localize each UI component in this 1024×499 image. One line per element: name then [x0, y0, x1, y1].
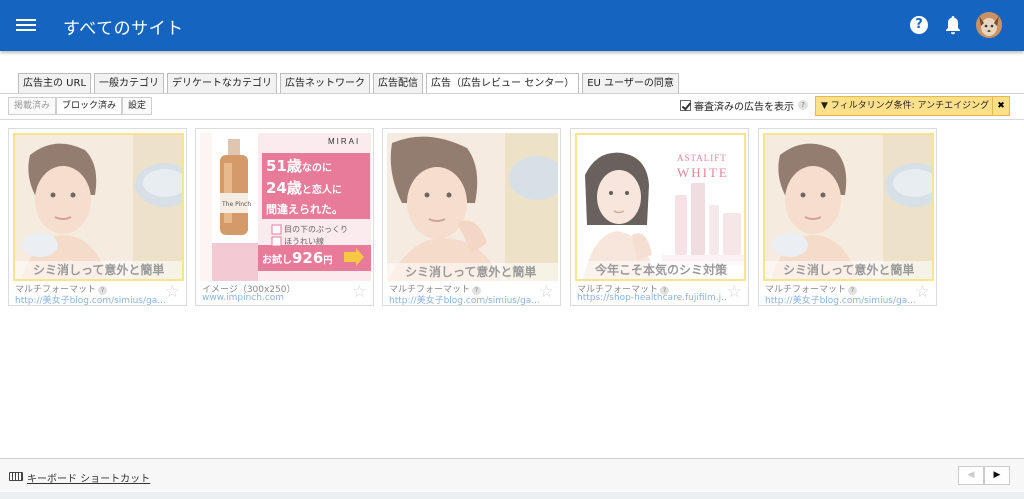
tab-ad-review-center[interactable]: 広告（広告レビュー センター）	[426, 73, 580, 94]
ad-creative[interactable]: MIRAI 51歳なのに 24歳と恋人に 間違えられた。 目の下のぷっくり ほう…	[200, 133, 371, 281]
keyboard-shortcuts-link[interactable]: キーボード ショートカット	[27, 470, 150, 485]
tab-general-categories[interactable]: 一般カテゴリ	[94, 73, 165, 93]
banner-brand: MIRAI	[328, 137, 361, 146]
star-icon[interactable]: ☆	[727, 283, 742, 301]
ad-card[interactable]: シミ消しって意外と簡単 マルチフォーマット? http://美女子blog.co…	[8, 128, 187, 306]
star-icon[interactable]: ☆	[165, 283, 180, 301]
ad-caption: シミ消しって意外と簡単	[765, 261, 932, 279]
creative-dim-overlay	[765, 135, 932, 279]
banner-line3: 間違えられた。	[266, 203, 343, 216]
ad-creative[interactable]: シミ消しって意外と簡単	[763, 133, 934, 281]
ad-creative[interactable]: ASTALIFT WHITE 今年こそ本気のシミ対策	[575, 133, 746, 281]
status-subtabs: 掲載済み ブロック済み 設定	[8, 97, 153, 115]
bottle-label: The Pinch	[222, 201, 252, 208]
menu-icon[interactable]	[15, 16, 37, 34]
ad-url[interactable]: http://美女子blog.com/simius/ga...	[15, 293, 165, 306]
app-root: すべてのサイト ? 広告主の URL 一般カテゴリ デリケートなカテゴリ 広告ネ…	[0, 0, 1024, 499]
ad-creative[interactable]: シミ消しって意外と簡単	[13, 133, 184, 281]
ad-caption: 今年こそ本気のシミ対策	[577, 261, 744, 279]
bottom-strip	[0, 492, 1024, 499]
banner-line1b: なのに	[301, 163, 332, 174]
next-page-button[interactable]: ▶	[984, 466, 1010, 485]
banner-price-prefix: お試し	[262, 255, 292, 266]
subtab-published[interactable]: 掲載済み	[8, 97, 57, 115]
ad-url[interactable]: http://美女子blog.com/simius/ga...	[765, 293, 915, 306]
help-icon[interactable]: ?	[910, 16, 928, 34]
star-icon[interactable]: ☆	[915, 283, 930, 301]
footer-bar: キーボード ショートカット ◀ ▶	[0, 458, 1024, 491]
show-reviewed-ads-toggle[interactable]: 審査済みの広告を表示 ?	[680, 97, 808, 113]
tab-ad-serving[interactable]: 広告配信	[373, 73, 424, 93]
page-title: すべてのサイト	[63, 19, 184, 39]
prev-page-button[interactable]: ◀	[958, 466, 984, 485]
top-app-bar: すべてのサイト ?	[0, 0, 1024, 51]
ad-creative[interactable]: シミ消しって意外と簡単	[387, 133, 558, 281]
banner-headline-1: 51歳なのに	[266, 155, 332, 176]
creative-dim-overlay	[577, 135, 744, 279]
banner-line1: 51歳	[266, 157, 302, 175]
pagination: ◀ ▶	[958, 466, 1010, 485]
ad-caption: シミ消しって意外と簡単	[387, 263, 558, 281]
tab-advertiser-url[interactable]: 広告主の URL	[18, 73, 92, 93]
banner-price-suffix: 円	[323, 256, 333, 266]
category-tabs: 広告主の URL 一般カテゴリ デリケートなカテゴリ 広告ネットワーク 広告配信…	[18, 73, 682, 94]
ad-caption: シミ消しって意外と簡単	[15, 261, 182, 279]
reviewed-label: 審査済みの広告を表示	[694, 101, 794, 113]
filter-remove-button[interactable]: ✖	[992, 96, 1010, 116]
ad-url[interactable]: http://美女子blog.com/simius/ga...	[389, 293, 539, 306]
ad-card[interactable]: シミ消しって意外と簡単 マルチフォーマット? http://美女子blog.co…	[382, 128, 561, 306]
ad-card[interactable]: シミ消しって意外と簡単 マルチフォーマット? http://美女子blog.co…	[758, 128, 937, 306]
banner-line2: 24歳	[266, 179, 302, 197]
subtab-blocked[interactable]: ブロック済み	[56, 97, 123, 115]
reviewed-help-icon[interactable]: ?	[798, 100, 808, 110]
account-avatar[interactable]	[976, 12, 1002, 38]
creative-dim-overlay	[387, 133, 558, 281]
tab-eu-user-consent[interactable]: EU ユーザーの同意	[582, 73, 679, 93]
ad-card[interactable]: MIRAI 51歳なのに 24歳と恋人に 間違えられた。 目の下のぷっくり ほう…	[195, 128, 374, 306]
banner-line2b: と恋人に	[301, 185, 342, 196]
ad-url[interactable]: https://shop-healthcare.fujifilm.j...	[577, 293, 727, 303]
banner-price-value: 926	[292, 249, 324, 267]
creative-dim-overlay	[15, 135, 182, 279]
filter-chip[interactable]: ▼ フィルタリング条件: アンチエイジング	[815, 96, 996, 116]
tab-divider	[0, 93, 1024, 94]
ad-card[interactable]: ASTALIFT WHITE 今年こそ本気のシミ対策 マルチフォーマット? ht…	[570, 128, 749, 306]
star-icon[interactable]: ☆	[539, 283, 554, 301]
star-icon[interactable]: ☆	[352, 283, 367, 301]
ad-url[interactable]: www.impinch.com	[202, 293, 352, 303]
banner-headline-2: 24歳と恋人に	[266, 177, 342, 198]
toolbar-divider	[0, 119, 1024, 120]
keyboard-icon	[9, 472, 23, 481]
tab-sensitive-categories[interactable]: デリケートなカテゴリ	[167, 73, 278, 93]
banner-price: お試し926円	[262, 248, 332, 267]
banner-check1: 目の下のぷっくり	[284, 225, 348, 234]
banner-check2: ほうれい線	[284, 237, 324, 246]
subtab-settings[interactable]: 設定	[122, 97, 153, 115]
tab-ad-networks[interactable]: 広告ネットワーク	[280, 73, 371, 93]
reviewed-checkbox[interactable]	[680, 99, 691, 111]
notifications-bell-icon[interactable]	[944, 15, 962, 35]
